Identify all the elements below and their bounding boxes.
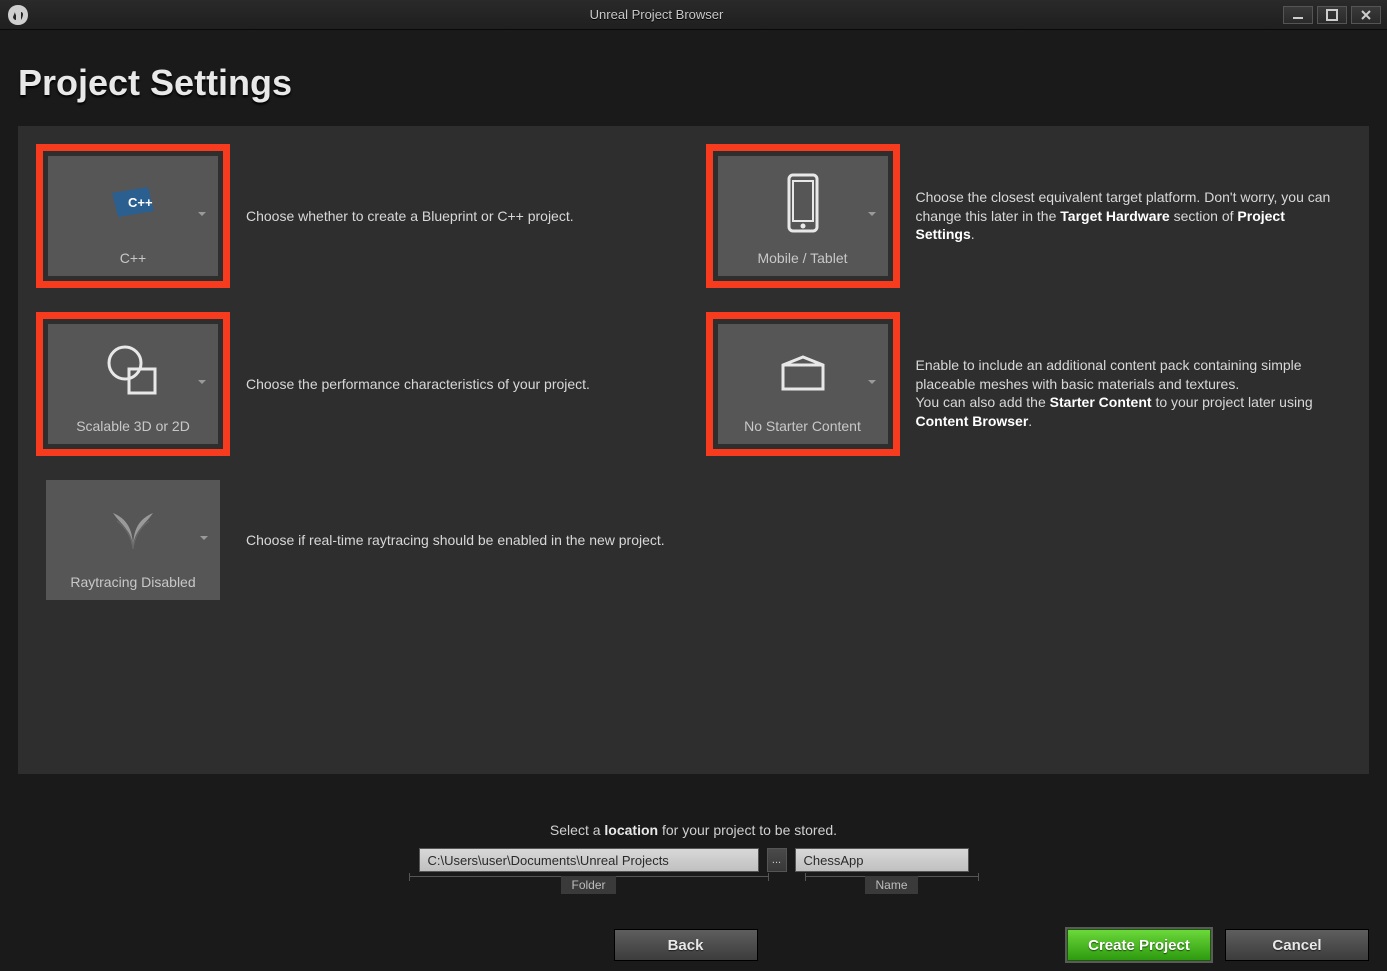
chevron-down-icon bbox=[866, 207, 878, 225]
performance-dropdown[interactable]: Scalable 3D or 2D bbox=[48, 324, 218, 444]
cpp-icon: C++ bbox=[48, 156, 218, 250]
starter-content-description: Enable to include an additional content … bbox=[916, 337, 1336, 431]
window-title: Unreal Project Browser bbox=[30, 7, 1283, 22]
name-label: Name bbox=[865, 876, 917, 894]
minimize-button[interactable] bbox=[1283, 6, 1313, 24]
highlight-box: Scalable 3D or 2D bbox=[36, 312, 230, 456]
card-label: C++ bbox=[120, 250, 146, 276]
chevron-down-icon bbox=[198, 531, 210, 549]
maximize-button[interactable] bbox=[1317, 6, 1347, 24]
chevron-down-icon bbox=[866, 375, 878, 393]
settings-panel: C++ C++ Choose whether to create a Bluep… bbox=[18, 126, 1369, 774]
card-label: Scalable 3D or 2D bbox=[76, 418, 190, 444]
name-input[interactable] bbox=[795, 848, 969, 872]
project-type-dropdown[interactable]: C++ C++ bbox=[48, 156, 218, 276]
mobile-icon bbox=[718, 156, 888, 250]
unreal-logo-icon bbox=[6, 3, 30, 27]
close-button[interactable] bbox=[1351, 6, 1381, 24]
target-platform-dropdown[interactable]: Mobile / Tablet bbox=[718, 156, 888, 276]
titlebar: Unreal Project Browser bbox=[0, 0, 1387, 30]
card-label: Raytracing Disabled bbox=[70, 574, 195, 600]
box-icon bbox=[718, 324, 888, 418]
cancel-button[interactable]: Cancel bbox=[1225, 929, 1369, 961]
highlight-box: Mobile / Tablet bbox=[706, 144, 900, 288]
location-prompt: Select a location for your project to be… bbox=[18, 822, 1369, 838]
browse-button[interactable]: ... bbox=[767, 848, 787, 872]
create-project-button[interactable]: Create Project bbox=[1067, 929, 1211, 961]
highlight-box: C++ C++ bbox=[36, 144, 230, 288]
folder-input[interactable] bbox=[419, 848, 759, 872]
performance-description: Choose the performance characteristics o… bbox=[246, 375, 590, 394]
card-label: No Starter Content bbox=[744, 418, 861, 444]
starter-content-dropdown[interactable]: No Starter Content bbox=[718, 324, 888, 444]
svg-text:C++: C++ bbox=[128, 195, 153, 210]
leaf-icon bbox=[46, 480, 220, 574]
chevron-down-icon bbox=[196, 207, 208, 225]
back-button[interactable]: Back bbox=[614, 929, 758, 961]
footer: Select a location for your project to be… bbox=[0, 808, 1387, 971]
folder-label: Folder bbox=[561, 876, 615, 894]
chevron-down-icon bbox=[196, 375, 208, 393]
scalable-icon bbox=[48, 324, 218, 418]
card-label: Mobile / Tablet bbox=[757, 250, 847, 276]
page-title: Project Settings bbox=[0, 30, 1387, 126]
raytracing-description: Choose if real-time raytracing should be… bbox=[246, 531, 665, 550]
target-platform-description: Choose the closest equivalent target pla… bbox=[916, 188, 1336, 245]
highlight-box: No Starter Content bbox=[706, 312, 900, 456]
raytracing-dropdown[interactable]: Raytracing Disabled bbox=[46, 480, 220, 600]
project-type-description: Choose whether to create a Blueprint or … bbox=[246, 207, 574, 226]
